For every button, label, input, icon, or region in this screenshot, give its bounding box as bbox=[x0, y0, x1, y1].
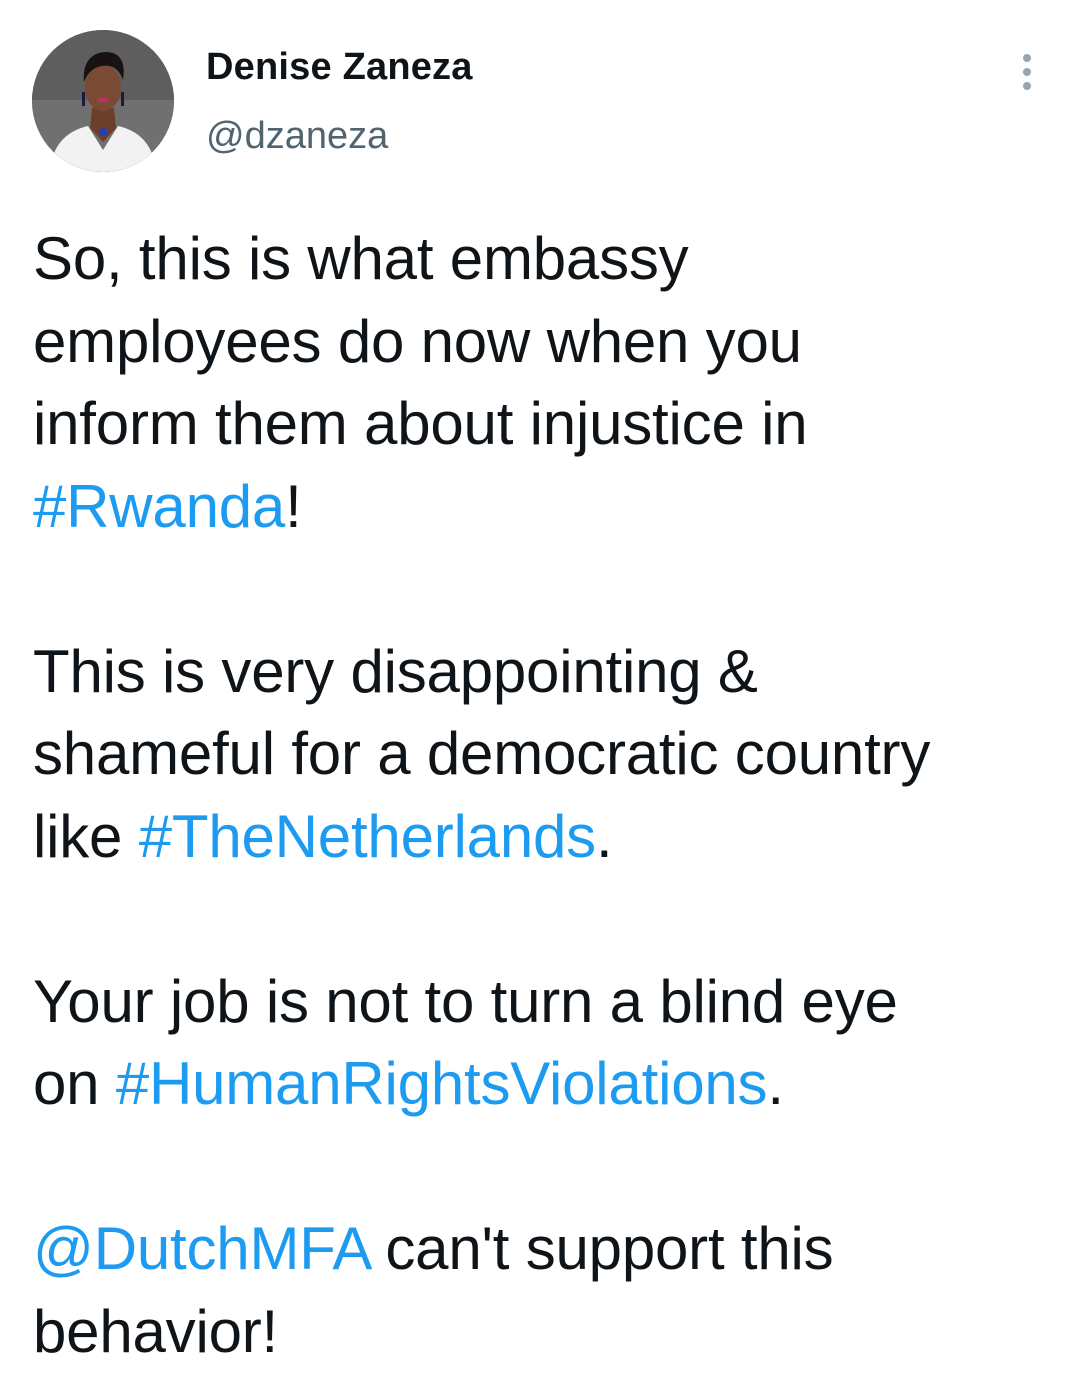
tweet-text-fragment: . bbox=[767, 1050, 784, 1117]
tweet-paragraph-4: @DutchMFA can't support this behavior! bbox=[33, 1208, 1063, 1373]
more-vertical-icon bbox=[1023, 54, 1031, 90]
hashtag-thenetherlands-link[interactable]: #TheNetherlands bbox=[139, 803, 596, 870]
avatar[interactable] bbox=[32, 30, 174, 172]
tweet-text-fragment: like bbox=[33, 802, 139, 870]
tweet-line: inform them about injustice in bbox=[33, 390, 808, 457]
tweet-paragraph-1: So, this is what embassy employees do no… bbox=[33, 218, 1063, 548]
tweet-paragraph-3: Your job is not to turn a blind eye on #… bbox=[33, 961, 1063, 1126]
tweet-text: So, this is what embassy employees do no… bbox=[33, 218, 1063, 1373]
tweet-line: #Rwanda! bbox=[33, 466, 1063, 549]
more-options-button[interactable] bbox=[1005, 50, 1049, 94]
profile-photo-icon bbox=[32, 30, 174, 172]
tweet-text-fragment: on bbox=[33, 1050, 116, 1117]
hashtag-rwanda-link[interactable]: #Rwanda bbox=[33, 473, 285, 540]
tweet-line: behavior! bbox=[33, 1297, 279, 1365]
tweet-text-fragment: . bbox=[596, 802, 613, 870]
tweet-line: This is very disappointing & bbox=[33, 637, 758, 705]
tweet-paragraph-2: This is very disappointing & shameful fo… bbox=[33, 631, 1063, 879]
tweet-line: shameful for a democratic country bbox=[33, 720, 931, 787]
tweet-text-fragment: ! bbox=[285, 472, 302, 540]
author-handle[interactable]: @dzaneza bbox=[206, 115, 388, 158]
tweet-header: Denise Zaneza @dzaneza bbox=[0, 0, 1079, 200]
hashtag-humanrightsviolations-link[interactable]: #HumanRightsViolations bbox=[116, 1050, 768, 1117]
mention-dutchmfa-link[interactable]: @DutchMFA bbox=[33, 1215, 369, 1282]
author-name[interactable]: Denise Zaneza bbox=[206, 46, 473, 89]
tweet-line: @DutchMFA can't support this bbox=[33, 1208, 1063, 1291]
tweet-line: employees do now when you bbox=[33, 307, 802, 375]
tweet-line: like #TheNetherlands. bbox=[33, 796, 1063, 879]
tweet-text-fragment: can't support this bbox=[368, 1215, 834, 1282]
tweet-line: on #HumanRightsViolations. bbox=[33, 1043, 1063, 1126]
tweet-line: Your job is not to turn a blind eye bbox=[33, 967, 898, 1035]
tweet-line: So, this is what embassy bbox=[33, 225, 689, 292]
